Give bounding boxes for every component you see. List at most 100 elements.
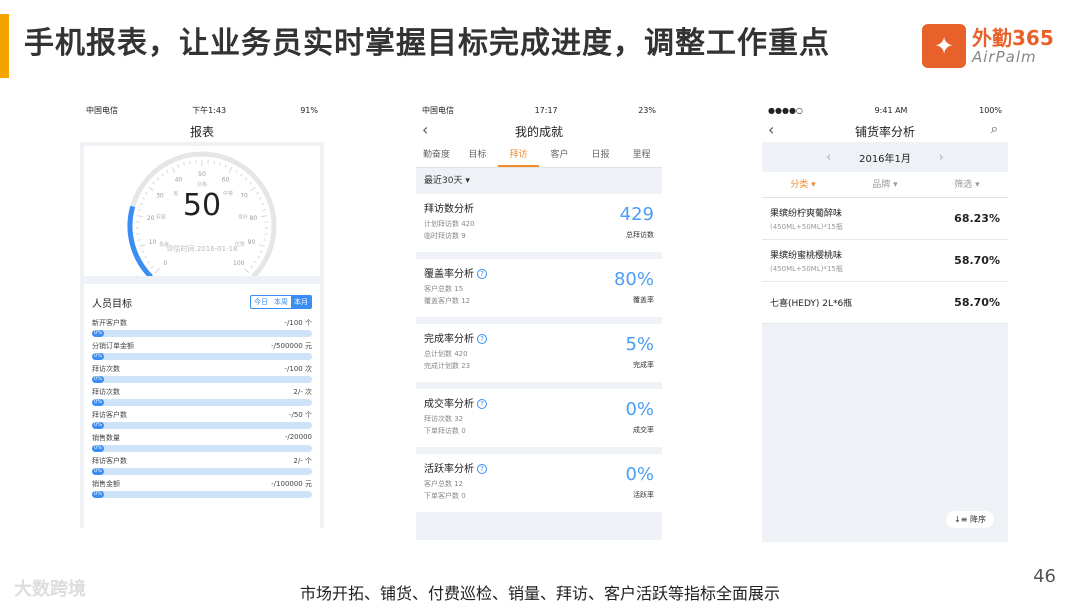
progress-fill: 0%	[92, 491, 104, 498]
gauge-tick	[161, 173, 164, 177]
tab-4[interactable]: 日报	[580, 142, 621, 167]
sort-desc-button[interactable]: ↓≡ 降序	[946, 511, 994, 528]
target-label: 拜访次数	[92, 388, 120, 396]
sort-icon: ↓≡	[954, 515, 970, 524]
signal-icon: ●●●●○	[768, 105, 803, 115]
analysis-title: 活跃率分析?	[424, 460, 654, 475]
title-accent-bar	[0, 14, 9, 78]
product-name: 果缤纷蜜桃樱桃味	[770, 250, 843, 261]
person-targets: 人员目标 今日 本周 本月 新开客户数 -/100 个 0% 分销订单金额 -/5000…	[84, 284, 320, 528]
prev-month-icon[interactable]: ‹	[826, 150, 831, 164]
analysis-card[interactable]: 成交率分析? 拜访次数 32 下单拜访数 0 0% 成交率	[416, 389, 662, 447]
gauge-tick	[244, 177, 248, 181]
gauge-tick	[183, 162, 185, 166]
gauge-tick	[147, 261, 151, 264]
target-value: -/100 次	[284, 365, 312, 373]
target-label: 拜访次数	[92, 365, 120, 373]
analysis-caption: 总拜访数	[626, 231, 654, 239]
clock: 17:17	[534, 105, 558, 115]
help-icon[interactable]: ?	[477, 269, 487, 279]
progress-fill: 0%	[92, 445, 104, 452]
airpalm-logo-icon: ✦	[922, 24, 966, 68]
analysis-title-text: 活跃率分析	[424, 464, 474, 475]
filter-category[interactable]: 分类 ▾	[762, 172, 844, 197]
period-switch: 今日 本周 本月	[250, 295, 312, 309]
analysis-title-text: 覆盖率分析	[424, 269, 474, 280]
gauge-tick	[240, 173, 243, 177]
product-row[interactable]: 七喜(HEDY) 2L*6瓶 58.70%	[762, 282, 1008, 324]
tab-2[interactable]: 拜访	[498, 142, 539, 167]
analysis-card[interactable]: 活跃率分析? 客户总数 12 下单客户数 0 0% 活跃率	[416, 454, 662, 512]
slide-caption: 市场开拓、铺货、付费巡检、销量、拜访、客户活跃等指标全面展示	[299, 584, 780, 603]
next-month-icon[interactable]: ›	[939, 150, 944, 164]
targets-header: 人员目标 今日 本周 本月	[92, 290, 312, 314]
target-label: 拜访客户数	[92, 457, 127, 465]
filter-more[interactable]: 筛选 ▾	[926, 172, 1008, 197]
progress-fill: 0%	[92, 330, 104, 337]
help-icon[interactable]: ?	[477, 334, 487, 344]
product-row[interactable]: 果缤纷蜜桃樱桃味 (450ML+50ML)*15瓶 58.70%	[762, 240, 1008, 282]
search-icon[interactable]: ⌕	[991, 122, 998, 137]
analysis-list: 拜访数分析 计划拜访数 420 临时拜访数 9 429 总拜访数 覆盖率分析? 客户总数 1…	[416, 194, 662, 512]
progress-fill: 0%	[92, 399, 104, 406]
target-item: 拜访次数 2/- 次 0%	[92, 387, 312, 406]
gauge-tick	[257, 255, 261, 259]
back-icon[interactable]: ‹	[422, 120, 428, 139]
logo-text: 外勤365 AirPalm	[972, 27, 1054, 66]
gauge-tick-label: 60	[222, 177, 230, 184]
target-list: 新开客户数 -/100 个 0% 分销订单金额 -/500000 元 0% 拜访次数 -/10…	[92, 318, 312, 498]
tab-3[interactable]: 客户	[539, 142, 580, 167]
progress-fill: 0%	[92, 353, 104, 360]
date-filter[interactable]: 最近30天 ▾	[416, 168, 662, 194]
gauge-time: 评估时间:2016-01-18	[166, 245, 238, 253]
help-icon[interactable]: ?	[477, 464, 487, 474]
back-icon[interactable]: ‹	[768, 120, 774, 139]
period-month[interactable]: 本月	[291, 296, 311, 308]
analysis-card[interactable]: 完成率分析? 总计划数 420 完成计划数 23 5% 完成率	[416, 324, 662, 382]
analysis-card[interactable]: 拜访数分析 计划拜访数 420 临时拜访数 9 429 总拜访数	[416, 194, 662, 252]
tab-5[interactable]: 里程	[621, 142, 662, 167]
target-value: 2/- 个	[293, 457, 312, 465]
gauge-tick	[137, 239, 141, 241]
help-icon[interactable]: ?	[477, 399, 487, 409]
progress-bar: 0%	[92, 399, 312, 406]
gauge-tick	[228, 167, 233, 173]
achievement-tabs: 勤奋度 目标 拜访 客户 日报 里程	[416, 142, 662, 168]
target-value: -/20000	[284, 433, 312, 441]
gauge-tick	[224, 164, 227, 168]
gauge-tick-label: 0	[163, 260, 167, 267]
month-picker: ‹ 2016年1月 ›	[762, 142, 1008, 172]
analysis-card[interactable]: 覆盖率分析? 客户总数 15 覆盖客户数 12 80% 覆盖率	[416, 259, 662, 317]
target-label: 拜访客户数	[92, 411, 127, 419]
tab-1[interactable]: 目标	[457, 142, 498, 167]
analysis-title-text: 拜访数分析	[424, 204, 474, 215]
product-spec: (450ML+50ML)*15瓶	[770, 264, 843, 273]
analysis-line: 覆盖客户数 12	[424, 297, 471, 305]
target-item: 新开客户数 -/100 个 0%	[92, 318, 312, 337]
gauge-tick	[213, 161, 215, 165]
analysis-line: 拜访次数 32	[424, 415, 464, 423]
logo-en: AirPalm	[972, 47, 1037, 66]
gauge-grade-label: 及格	[197, 181, 207, 188]
analysis-line: 下单拜访数 0	[424, 427, 466, 435]
filter-brand[interactable]: 品牌 ▾	[844, 172, 926, 197]
analysis-title: 成交率分析?	[424, 395, 654, 410]
product-list: 果缤纷柠爽葡醉味 (450ML+50ML)*15瓶 68.23% 果缤纷蜜桃樱桃味 (4…	[762, 198, 1008, 324]
analysis-caption: 完成率	[633, 361, 654, 369]
product-info: 果缤纷柠爽葡醉味 (450ML+50ML)*15瓶	[770, 206, 843, 232]
target-row: 销售金额 -/100000 元	[92, 479, 312, 489]
gauge-tick	[150, 265, 154, 269]
analysis-line: 临时拜访数 9	[424, 232, 466, 240]
slide: 手机报表，让业务员实时掌握目标完成进度，调整工作重点 ✦ 外勤365 AirPa…	[0, 0, 1080, 608]
period-today[interactable]: 今日	[251, 296, 271, 308]
screen-title: 铺货率分析	[854, 124, 915, 139]
battery: 23%	[638, 105, 656, 115]
target-row: 拜访次数 -/100 次	[92, 364, 312, 374]
product-row[interactable]: 果缤纷柠爽葡醉味 (450ML+50ML)*15瓶 68.23%	[762, 198, 1008, 240]
targets-title: 人员目标	[92, 298, 132, 310]
period-week[interactable]: 本周	[271, 296, 291, 308]
tab-0[interactable]: 勤奋度	[416, 142, 457, 167]
progress-bar: 0%	[92, 353, 312, 360]
phone-distribution-screen: ●●●●○ 9:41 AM 100% ‹ 铺货率分析 ⌕ ‹ 2016年1月 ›…	[762, 100, 1008, 542]
target-value: 2/- 次	[293, 388, 312, 396]
